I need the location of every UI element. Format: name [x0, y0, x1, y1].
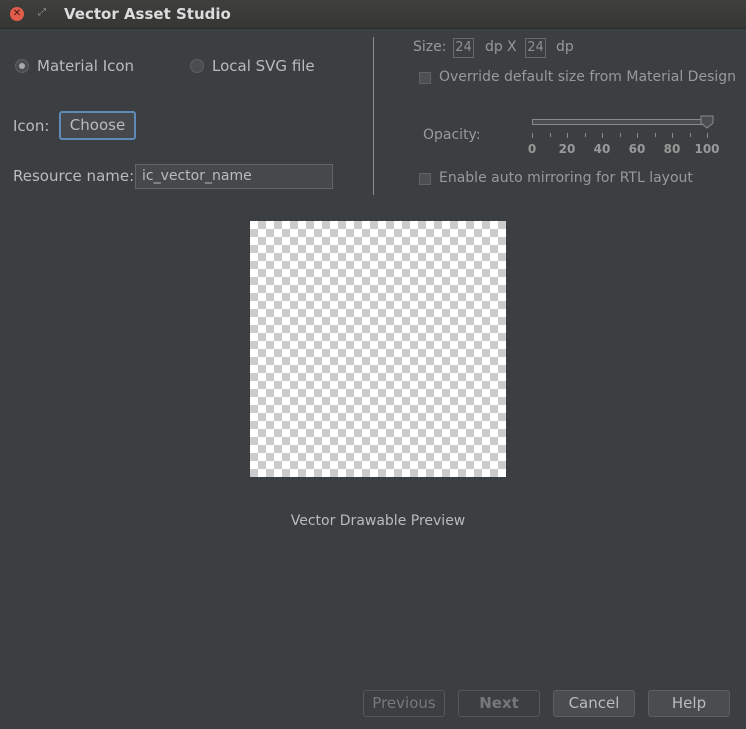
- material-icon-radio[interactable]: [15, 59, 29, 73]
- minor-tick: [655, 133, 656, 137]
- minor-tick: [690, 133, 691, 137]
- icon-label: Icon:: [13, 117, 50, 135]
- size-separator: X: [507, 39, 517, 55]
- opacity-slider-track[interactable]: [532, 119, 704, 125]
- minor-tick: [585, 133, 586, 137]
- local-svg-radio[interactable]: [190, 59, 204, 73]
- help-button[interactable]: Help: [648, 690, 730, 717]
- resource-name-label: Resource name:: [13, 167, 135, 185]
- auto-mirror-checkbox[interactable]: [419, 173, 431, 185]
- width-field[interactable]: 24: [453, 38, 474, 58]
- major-tick: [532, 133, 533, 138]
- cancel-button[interactable]: Cancel: [553, 690, 635, 717]
- opacity-tick-label: 60: [628, 142, 646, 156]
- opacity-tick-label: 40: [593, 142, 611, 156]
- major-tick: [602, 133, 603, 138]
- major-tick: [637, 133, 638, 138]
- close-icon[interactable]: ✕: [10, 7, 24, 21]
- auto-mirror-label[interactable]: Enable auto mirroring for RTL layout: [439, 170, 693, 186]
- restore-icon[interactable]: ⤢: [36, 6, 48, 20]
- minor-tick: [550, 133, 551, 137]
- height-unit-label: dp: [556, 39, 574, 55]
- size-label: Size:: [413, 39, 447, 55]
- material-icon-label[interactable]: Material Icon: [37, 57, 134, 75]
- title-bar: ✕ ⤢ Vector Asset Studio: [0, 0, 746, 29]
- height-field[interactable]: 24: [525, 38, 546, 58]
- opacity-tick-label: 100: [694, 142, 720, 156]
- override-size-checkbox[interactable]: [419, 72, 431, 84]
- previous-button[interactable]: Previous: [363, 690, 445, 717]
- preview-label: Vector Drawable Preview: [290, 513, 466, 529]
- choose-button[interactable]: Choose: [59, 111, 136, 140]
- opacity-tick-label: 0: [527, 142, 537, 156]
- major-tick: [567, 133, 568, 138]
- override-size-label[interactable]: Override default size from Material Desi…: [439, 69, 736, 85]
- opacity-tick-label: 20: [558, 142, 576, 156]
- minor-tick: [620, 133, 621, 137]
- vertical-separator: [373, 37, 374, 195]
- local-svg-label[interactable]: Local SVG file: [212, 57, 315, 75]
- window-title: Vector Asset Studio: [64, 5, 231, 23]
- opacity-label: Opacity:: [423, 127, 481, 143]
- opacity-tick-label: 80: [663, 142, 681, 156]
- resource-name-field[interactable]: ic_vector_name: [135, 164, 333, 189]
- major-tick: [672, 133, 673, 138]
- opacity-slider-thumb[interactable]: [700, 115, 714, 129]
- width-unit-label: dp: [485, 39, 503, 55]
- next-button[interactable]: Next: [458, 690, 540, 717]
- vector-preview-canvas: [250, 221, 506, 477]
- major-tick: [707, 133, 708, 138]
